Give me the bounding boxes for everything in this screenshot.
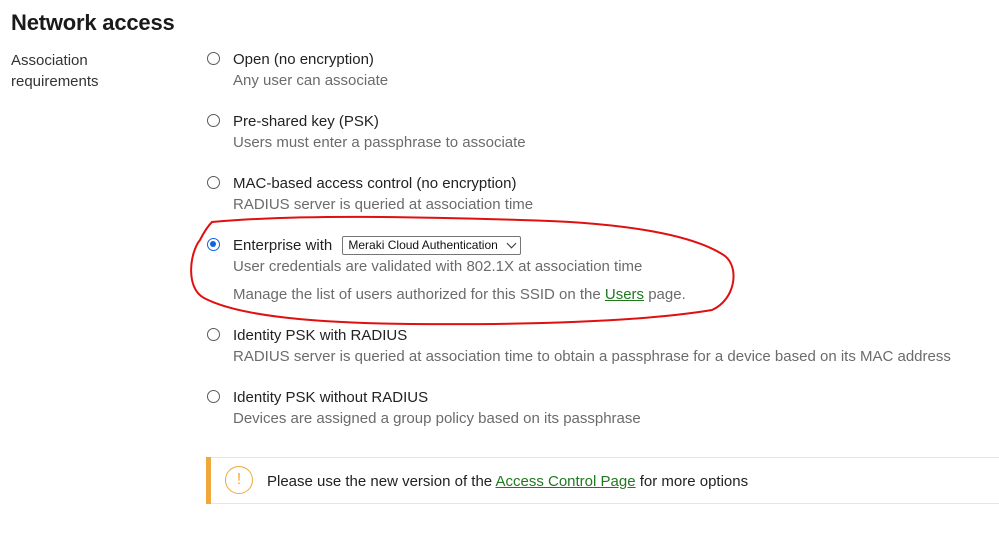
radio-identity-psk-radius[interactable] <box>207 328 220 341</box>
alert-prefix: Please use the new version of the <box>267 473 493 490</box>
option-enterprise-title-wrap: Enterprise with Meraki Cloud Authenticat… <box>233 235 521 256</box>
radio-mac-based[interactable] <box>207 176 220 189</box>
chevron-down-icon <box>506 238 517 248</box>
alert-suffix: for more options <box>639 473 749 490</box>
option-psk: Pre-shared key (PSK) Users must enter a … <box>206 112 996 174</box>
option-open-desc: Any user can associate <box>233 72 389 89</box>
enterprise-auth-select-value: Meraki Cloud Authentication <box>348 237 498 252</box>
enterprise-note-prefix: Manage the list of users authorized for … <box>233 286 601 303</box>
access-control-alert: ! Please use the new version of the Acce… <box>206 457 999 504</box>
option-psk-desc: Users must enter a passphrase to associa… <box>233 134 526 151</box>
option-psk-title[interactable]: Pre-shared key (PSK) <box>233 112 379 132</box>
option-enterprise-desc: User credentials are validated with 802.… <box>233 258 643 275</box>
option-enterprise-title[interactable]: Enterprise with <box>233 237 332 254</box>
option-identity-psk-radius: Identity PSK with RADIUS RADIUS server i… <box>206 326 996 388</box>
association-options: Open (no encryption) Any user can associ… <box>206 50 996 450</box>
option-identity-psk-no-radius: Identity PSK without RADIUS Devices are … <box>206 388 996 450</box>
alert-accent-bar <box>206 457 211 504</box>
enterprise-auth-select[interactable]: Meraki Cloud Authentication <box>342 235 521 255</box>
option-enterprise: Enterprise with Meraki Cloud Authenticat… <box>206 235 996 326</box>
option-open-title[interactable]: Open (no encryption) <box>233 50 374 70</box>
option-identity-psk-radius-title[interactable]: Identity PSK with RADIUS <box>233 326 407 346</box>
option-identity-psk-no-radius-desc: Devices are assigned a group policy base… <box>233 410 641 427</box>
page-title: Network access <box>11 10 175 35</box>
alert-message: Please use the new version of the Access… <box>267 472 748 492</box>
option-identity-psk-radius-desc: RADIUS server is queried at association … <box>233 348 951 365</box>
option-open: Open (no encryption) Any user can associ… <box>206 50 996 112</box>
radio-enterprise[interactable] <box>207 238 220 251</box>
association-requirements-label: Association requirements <box>11 52 99 90</box>
option-mac-based: MAC-based access control (no encryption)… <box>206 174 996 236</box>
radio-identity-psk-no-radius[interactable] <box>207 390 220 403</box>
radio-open[interactable] <box>207 52 220 65</box>
option-mac-based-title[interactable]: MAC-based access control (no encryption) <box>233 174 516 194</box>
option-mac-based-desc: RADIUS server is queried at association … <box>233 196 534 213</box>
radio-psk[interactable] <box>207 114 220 127</box>
option-enterprise-note: Manage the list of users authorized for … <box>233 285 686 305</box>
users-page-link[interactable]: Users <box>605 286 644 303</box>
warning-icon: ! <box>225 466 253 494</box>
enterprise-note-suffix: page. <box>648 286 686 303</box>
access-control-page-link[interactable]: Access Control Page <box>495 473 635 490</box>
option-identity-psk-no-radius-title[interactable]: Identity PSK without RADIUS <box>233 388 428 408</box>
